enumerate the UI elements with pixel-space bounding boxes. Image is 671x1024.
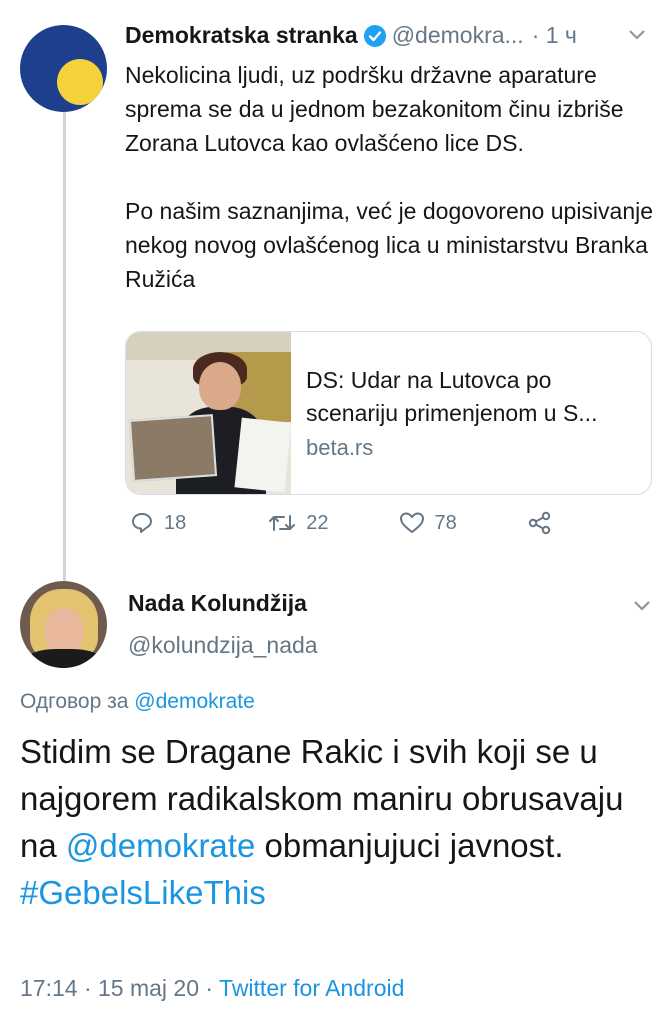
reply-count: 18 — [164, 511, 187, 534]
verified-badge-icon — [363, 24, 386, 47]
tweet1-paragraph-2: Po našim saznanjima, već je dogovoreno u… — [125, 198, 654, 292]
avatar-nada-kolundzija[interactable] — [20, 581, 107, 668]
tweet2-meta: 17:14 · 15 maj 20 · Twitter for Android — [20, 975, 404, 1002]
tweet2-author-name[interactable]: Nada Kolundžija — [128, 590, 307, 617]
reply-prefix: Одговор за — [20, 690, 129, 713]
tweet1-actions: 18 22 78 — [130, 510, 553, 536]
retweet-icon — [269, 515, 296, 531]
ds-logo-dot — [57, 59, 103, 105]
heart-icon — [399, 512, 424, 533]
reply-to-mention-link[interactable]: @demokrate — [134, 690, 255, 713]
thread-connector-line — [63, 112, 66, 582]
tweet2-timestamp[interactable]: 17:14 · 15 maj 20 · — [20, 975, 213, 1001]
tweet2-text: Stidim se Dragane Rakic i svih koji se u… — [20, 728, 660, 916]
client-link[interactable]: Twitter for Android — [219, 975, 404, 1001]
reply-button[interactable]: 18 — [130, 511, 186, 535]
avatar-demokratska-stranka[interactable] — [20, 25, 107, 112]
tweet2-handle[interactable]: @kolundzija_nada — [128, 632, 318, 659]
tweet1-time: · 1 ч — [531, 22, 577, 48]
retweet-count: 22 — [306, 511, 329, 534]
tweet1-paragraph-1: Nekolicina ljudi, uz podršku državne apa… — [125, 62, 624, 156]
reply-context: Одговор за @demokrate — [20, 690, 255, 714]
tweet1-header: Demokratska stranka @demokra... · 1 ч — [125, 22, 577, 49]
tweet1-handle[interactable]: @demokra... — [392, 22, 524, 49]
hashtag-link[interactable]: #GebelsLikeThis — [20, 874, 266, 911]
retweet-button[interactable]: 22 — [268, 511, 329, 535]
share-button[interactable] — [527, 510, 553, 536]
mention-link-demokrate[interactable]: @demokrate — [66, 827, 255, 864]
like-count: 78 — [434, 511, 457, 534]
share-icon — [528, 511, 550, 535]
like-button[interactable]: 78 — [399, 511, 457, 535]
link-preview-image — [126, 332, 291, 494]
chevron-down-icon[interactable] — [630, 596, 654, 621]
tweet1-author-name[interactable]: Demokratska stranka — [125, 22, 358, 49]
chevron-down-icon[interactable] — [625, 25, 649, 50]
link-preview-card[interactable]: DS: Udar na Lutovca po scenariju primenj… — [125, 331, 652, 495]
reply-icon — [132, 513, 152, 533]
link-preview-title: DS: Udar na Lutovca po scenariju primenj… — [306, 367, 598, 426]
tweet1-text: Nekolicina ljudi, uz podršku državne apa… — [125, 58, 655, 296]
tweet2-text-part-2: obmanjujuci javnost. — [264, 827, 564, 864]
link-preview-source: beta.rs — [306, 435, 374, 460]
